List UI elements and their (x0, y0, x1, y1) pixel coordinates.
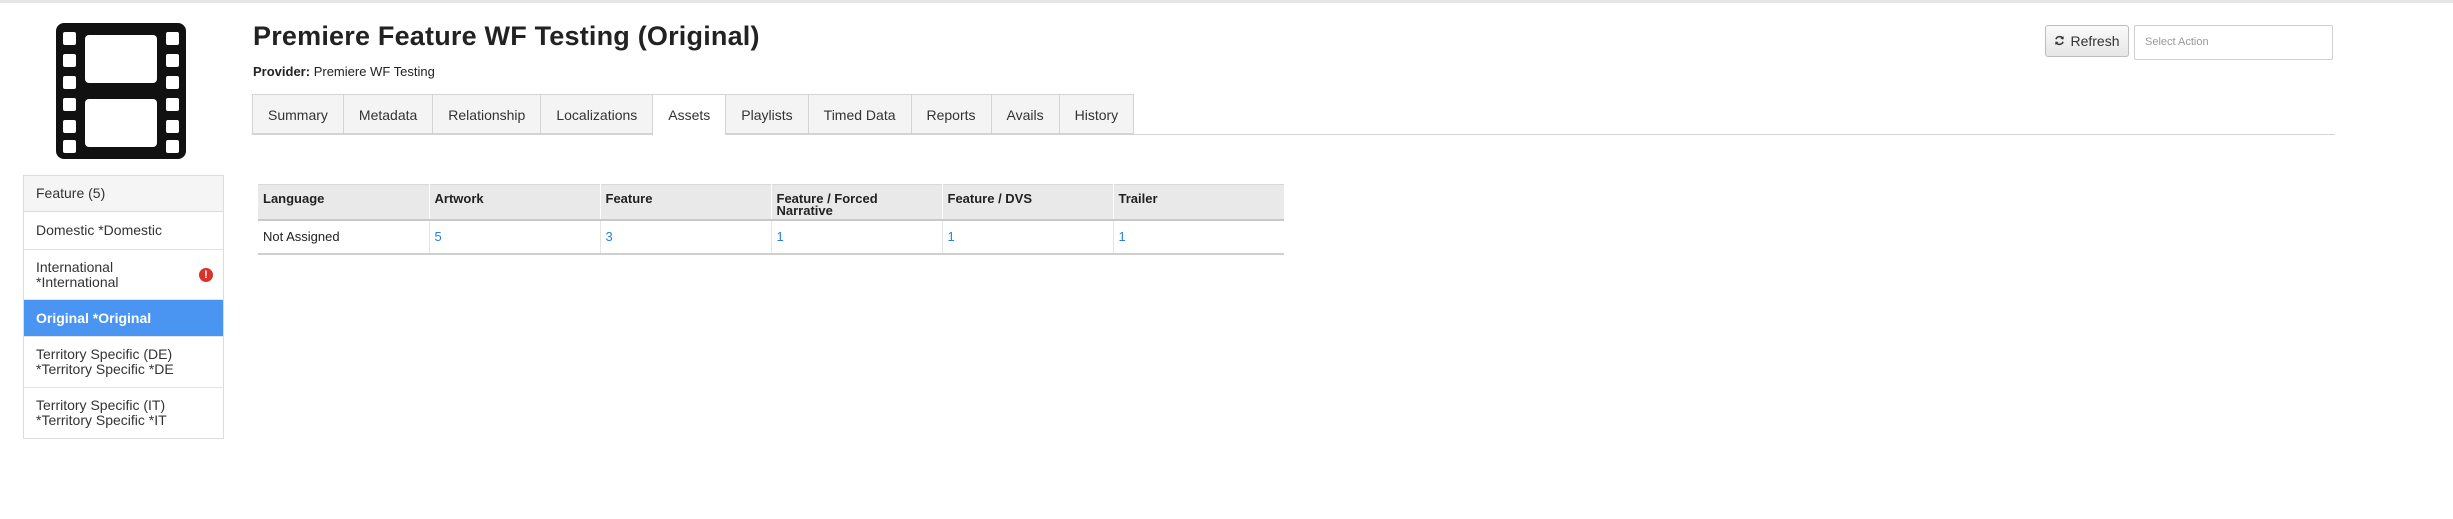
tab-timed-data[interactable]: Timed Data (807, 94, 911, 134)
sidebar-item-original[interactable]: Original *Original (24, 300, 223, 337)
tab-divider (252, 134, 2335, 135)
provider-value: Premiere WF Testing (313, 64, 435, 79)
film-strip-icon (56, 23, 186, 159)
forced-narrative-count-link[interactable]: 1 (777, 229, 784, 244)
sidebar-item-label: Territory Specific (DE) *Territory Speci… (36, 346, 174, 377)
column-header-language: Language (258, 184, 430, 221)
tab-metadata[interactable]: Metadata (342, 94, 433, 134)
refresh-button[interactable]: Refresh (2045, 25, 2129, 57)
column-header-trailer: Trailer (1113, 184, 1284, 221)
tab-avails[interactable]: Avails (990, 94, 1059, 134)
refresh-label: Refresh (2070, 33, 2120, 49)
tab-relationship[interactable]: Relationship (432, 94, 541, 134)
sidebar-item-international[interactable]: International *International ! (24, 250, 223, 300)
sidebar-item-label: International *International (36, 258, 119, 290)
artwork-count-link[interactable]: 5 (435, 229, 442, 244)
table-row: Not Assigned 5 3 1 1 1 (258, 219, 1284, 255)
provider-line: Provider: Premiere WF Testing (253, 64, 435, 79)
dvs-count-link[interactable]: 1 (948, 229, 955, 244)
tab-summary[interactable]: Summary (252, 94, 343, 134)
column-header-forced-narrative: Feature / Forced Narrative (771, 184, 943, 221)
tab-bar: Summary Metadata Relationship Localizati… (252, 94, 1135, 136)
language-cell: Not Assigned (258, 219, 430, 255)
column-header-feature: Feature (600, 184, 772, 221)
warning-icon: ! (199, 267, 213, 282)
column-header-dvs: Feature / DVS (942, 184, 1114, 221)
tab-playlists[interactable]: Playlists (725, 94, 808, 134)
sidebar-item-label: Territory Specific (IT) *Territory Speci… (36, 397, 167, 428)
tab-reports[interactable]: Reports (910, 94, 991, 134)
provider-label: Provider: (253, 64, 311, 79)
sidebar-item-domestic[interactable]: Domestic *Domestic (24, 212, 223, 250)
sidebar-item-label: Domestic *Domestic (36, 222, 163, 238)
variant-sidebar: Feature (5) Domestic *Domestic Internati… (23, 175, 224, 439)
sidebar-item-territory-it[interactable]: Territory Specific (IT) *Territory Speci… (24, 388, 223, 438)
refresh-icon (2054, 33, 2065, 49)
sidebar-heading: Feature (5) (24, 176, 223, 212)
trailer-count-link[interactable]: 1 (1119, 229, 1126, 244)
page-title: Premiere Feature WF Testing (Original) (253, 21, 760, 51)
feature-count-link[interactable]: 3 (606, 229, 613, 244)
tab-history[interactable]: History (1058, 94, 1135, 134)
assets-table: Language Artwork Feature Feature / Force… (258, 184, 1284, 255)
tab-assets[interactable]: Assets (652, 94, 726, 136)
column-header-artwork: Artwork (429, 184, 601, 221)
tab-localizations[interactable]: Localizations (540, 94, 653, 134)
sidebar-item-territory-de[interactable]: Territory Specific (DE) *Territory Speci… (24, 337, 223, 388)
sidebar-item-label: Original *Original (36, 309, 152, 326)
table-header-row: Language Artwork Feature Feature / Force… (258, 184, 1284, 221)
select-action-dropdown[interactable]: Select Action (2134, 25, 2333, 60)
